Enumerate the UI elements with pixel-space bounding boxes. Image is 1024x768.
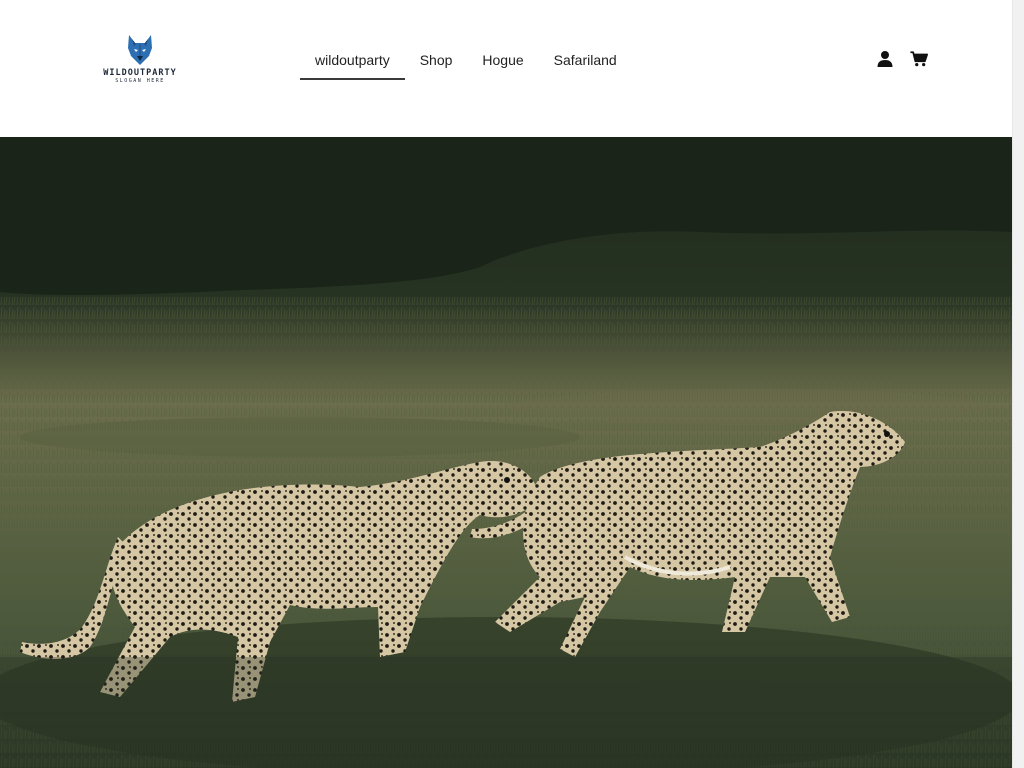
page: WILDOUTPARTY SLOGAN HERE wildoutparty Sh…: [0, 0, 1024, 768]
site-logo[interactable]: WILDOUTPARTY SLOGAN HERE: [96, 34, 184, 90]
brand-name: WILDOUTPARTY: [103, 68, 177, 78]
main-nav: wildoutparty Shop Hogue Safariland: [300, 44, 632, 80]
page-content: WILDOUTPARTY SLOGAN HERE wildoutparty Sh…: [0, 0, 1012, 768]
brand-slogan: SLOGAN HERE: [115, 78, 165, 84]
site-header: WILDOUTPARTY SLOGAN HERE wildoutparty Sh…: [0, 0, 1012, 137]
hero-image: [0, 137, 1012, 768]
nav-item-safariland[interactable]: Safariland: [539, 44, 632, 78]
wolf-head-icon: [128, 35, 152, 65]
shopping-cart-icon[interactable]: [910, 50, 928, 68]
nav-item-shop[interactable]: Shop: [405, 44, 468, 78]
nav-item-wildoutparty[interactable]: wildoutparty: [300, 44, 405, 80]
nav-item-hogue[interactable]: Hogue: [467, 44, 538, 78]
page-scrollbar[interactable]: [1012, 0, 1024, 768]
header-actions: [876, 50, 928, 68]
cheetah-photo: [0, 137, 1012, 768]
user-icon[interactable]: [876, 50, 894, 68]
